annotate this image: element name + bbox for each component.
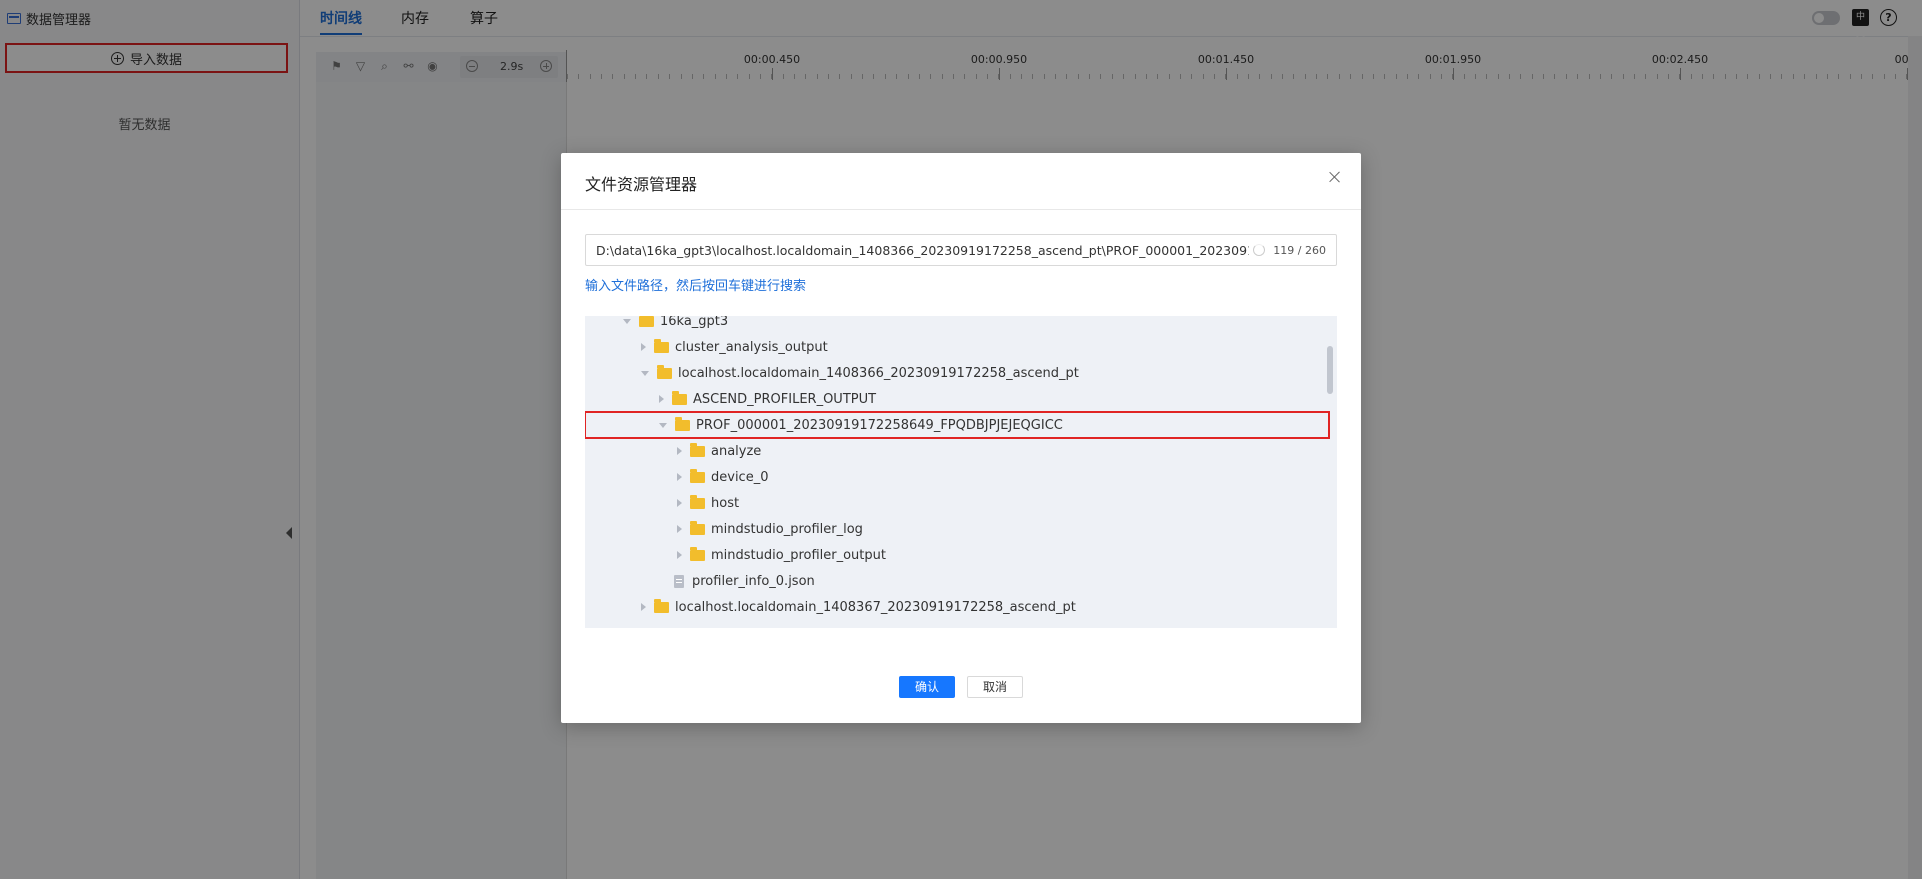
- tree-scrollbar-thumb[interactable]: [1327, 346, 1333, 394]
- tree-folder-row[interactable]: analyze: [585, 438, 1319, 464]
- tree-file-row[interactable]: profiler_info_0.json: [585, 568, 1319, 594]
- caret-right-icon[interactable]: [677, 473, 682, 481]
- tree-node-label: mindstudio_profiler_output: [711, 547, 886, 563]
- folder-icon: [690, 442, 705, 457]
- loading-icon: [1253, 244, 1266, 256]
- tree-node-label: cluster_analysis_output: [675, 339, 828, 355]
- tree-folder-row[interactable]: 16ka_gpt3: [585, 316, 1319, 334]
- char-count: 119 / 260: [1273, 243, 1326, 257]
- tree-folder-row[interactable]: mindstudio_profiler_output: [585, 542, 1319, 568]
- caret-down-icon[interactable]: [623, 318, 631, 324]
- tree-folder-row[interactable]: localhost.localdomain_1408366_2023091917…: [585, 360, 1319, 386]
- caret-right-icon[interactable]: [677, 525, 682, 533]
- folder-icon: [657, 364, 672, 379]
- tree-folder-row[interactable]: PROF_000001_20230919172258649_FPQDBJPJEJ…: [585, 411, 1330, 439]
- tree-node-label: host: [711, 495, 740, 511]
- folder-icon: [672, 390, 687, 405]
- caret-right-icon[interactable]: [641, 343, 646, 351]
- folder-icon: [690, 494, 705, 509]
- tree-node-label: mindstudio_profiler_log: [711, 521, 863, 537]
- file-icon: [674, 574, 684, 588]
- caret-right-icon[interactable]: [659, 395, 664, 403]
- close-icon[interactable]: [1325, 167, 1345, 187]
- caret-right-icon[interactable]: [677, 551, 682, 559]
- tree-node-label: PROF_000001_20230919172258649_FPQDBJPJEJ…: [696, 417, 1063, 433]
- dialog-header: 文件资源管理器: [561, 153, 1361, 210]
- tree-node-label: device_0: [711, 469, 769, 485]
- path-hint: 输入文件路径，然后按回车键进行搜索: [585, 279, 807, 294]
- cancel-button[interactable]: 取消: [967, 676, 1023, 698]
- caret-down-icon[interactable]: [641, 370, 649, 376]
- caret-right-icon[interactable]: [677, 447, 682, 455]
- tree-folder-row[interactable]: mindstudio_profiler_log: [585, 516, 1319, 542]
- folder-icon: [639, 316, 654, 327]
- folder-icon: [654, 598, 669, 613]
- folder-icon: [675, 416, 690, 431]
- folder-icon: [654, 338, 669, 353]
- folder-icon: [690, 520, 705, 535]
- file-tree: 16ka_gpt3 cluster_analysis_output localhos…: [585, 316, 1337, 628]
- file-explorer-dialog: 文件资源管理器 119 / 260 输入文件路径，然后按回车键进行搜索 16ka…: [561, 153, 1361, 723]
- confirm-button[interactable]: 确认: [899, 676, 955, 698]
- path-input-container: 119 / 260: [585, 234, 1337, 266]
- tree-node-label: ASCEND_PROFILER_OUTPUT: [693, 391, 877, 407]
- tree-folder-row[interactable]: localhost.localdomain_1408367_2023091917…: [585, 594, 1319, 620]
- tree-folder-row[interactable]: host: [585, 490, 1319, 516]
- tree-node-label: 16ka_gpt3: [660, 316, 729, 329]
- folder-icon: [690, 468, 705, 483]
- dialog-title: 文件资源管理器: [585, 175, 698, 194]
- tree-node-label: localhost.localdomain_1408366_2023091917…: [678, 365, 1079, 381]
- tree-node-label: profiler_info_0.json: [692, 573, 815, 589]
- path-input[interactable]: [586, 236, 1250, 264]
- tree-folder-row[interactable]: device_0: [585, 464, 1319, 490]
- caret-down-icon[interactable]: [659, 422, 667, 428]
- tree-folder-row[interactable]: ASCEND_PROFILER_OUTPUT: [585, 386, 1319, 412]
- tree-node-label: analyze: [711, 443, 762, 459]
- tree-folder-row[interactable]: cluster_analysis_output: [585, 334, 1319, 360]
- caret-right-icon[interactable]: [677, 499, 682, 507]
- caret-right-icon[interactable]: [641, 603, 646, 611]
- tree-node-label: localhost.localdomain_1408367_2023091917…: [675, 599, 1076, 615]
- folder-icon: [690, 546, 705, 561]
